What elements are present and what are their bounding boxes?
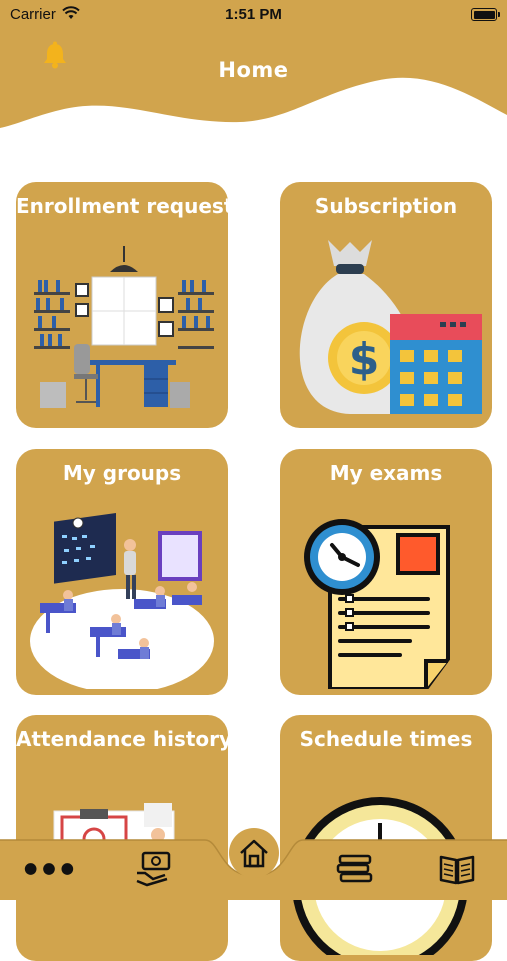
card-title: Schedule times [299,727,473,751]
tab-more[interactable] [24,846,74,892]
enrollment-requests-card[interactable]: Enrollment requestes [16,182,228,428]
money-bag-calculator-illustration: $ [299,240,482,414]
tab-courses[interactable] [330,846,380,892]
card-title: Attendance history [16,727,228,751]
card-title: My groups [62,461,182,485]
open-book-icon [439,855,475,885]
stack-books-icon [336,854,373,883]
tab-home[interactable] [229,828,279,878]
office-illustration [34,246,214,408]
bottom-tab-bar [0,828,507,900]
card-title: Enrollment requestes [16,194,228,218]
menu-grid: Enrollment requestes [0,0,507,961]
card-title: Subscription [314,194,458,218]
home-icon [240,839,268,868]
more-dots-icon [24,863,74,875]
card-title: My exams [329,461,443,485]
my-exams-card[interactable]: My exams [280,449,492,695]
tab-library[interactable] [432,846,482,892]
subscription-card[interactable]: Subscription $ [280,182,492,428]
exam-paper-clock-illustration [304,519,450,689]
svg-text:$: $ [349,334,380,385]
payment-hand-icon [136,851,171,887]
tab-payments[interactable] [128,846,178,892]
my-groups-card[interactable]: My groups [16,449,228,695]
classroom-illustration [30,512,214,689]
